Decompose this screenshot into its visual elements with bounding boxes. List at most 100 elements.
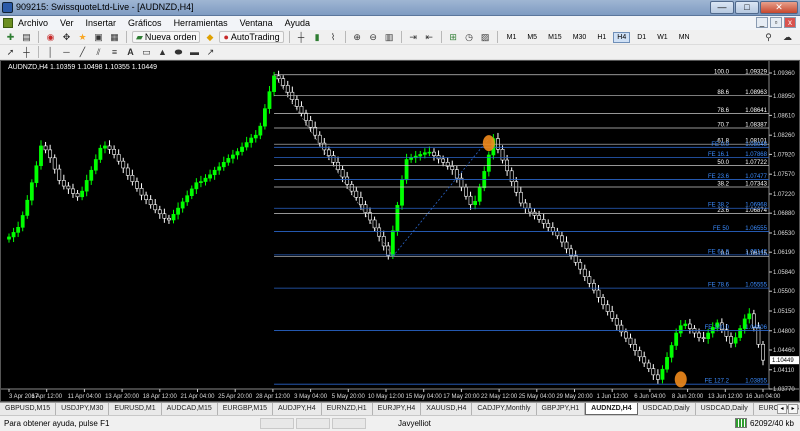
- data-window-icon[interactable]: ✥: [60, 31, 73, 43]
- candle-body: [349, 184, 354, 192]
- connection-status[interactable]: 62092/40 kb: [734, 418, 794, 428]
- search-icon[interactable]: ⚲: [762, 31, 775, 43]
- tab-xauusd-h4[interactable]: XAUUSD,H4: [421, 403, 473, 415]
- new-chart-icon[interactable]: ✚: [4, 31, 17, 43]
- tile-windows-icon[interactable]: ▥: [383, 31, 396, 43]
- crosshair-icon[interactable]: ┼: [20, 46, 33, 58]
- tab-audjpy-h4[interactable]: AUDJPY,H4: [273, 403, 322, 415]
- menu-ver[interactable]: Ver: [60, 17, 74, 29]
- minimize-button[interactable]: —: [710, 1, 734, 14]
- tab-eurgbp-m15[interactable]: EURGBP,M15: [218, 403, 273, 415]
- menu-insertar[interactable]: Insertar: [86, 17, 117, 29]
- menu-archivo[interactable]: Archivo: [18, 17, 48, 29]
- text-icon[interactable]: A: [124, 46, 137, 58]
- timeframe-mn[interactable]: MN: [675, 32, 694, 43]
- strategy-tester-icon[interactable]: ▦: [108, 31, 121, 43]
- tab-usdcad-daily[interactable]: USDCAD,Daily: [638, 403, 696, 415]
- tab-eurusd-m1[interactable]: EURUSD,M1: [109, 403, 162, 415]
- rectangle-icon[interactable]: ▬: [188, 46, 201, 58]
- mdi-minimize-button[interactable]: _: [756, 17, 768, 28]
- timeframe-h4[interactable]: H4: [613, 31, 631, 43]
- templates-icon[interactable]: ▨: [479, 31, 492, 43]
- fib-level-label: 78.6: [717, 108, 729, 114]
- candle-body: [655, 374, 660, 380]
- candle-body: [354, 190, 359, 198]
- chart-window[interactable]: 1.09360 1.08950 1.08610 1.08260 1.07920 1.075…: [0, 60, 800, 402]
- tab-gbpjpy-h1[interactable]: GBPJPY,H1: [537, 403, 586, 415]
- tab-gbpusd-m15[interactable]: GBPUSD,M15: [0, 403, 57, 415]
- candle-body: [528, 207, 532, 213]
- candle-body: [194, 182, 199, 190]
- candle-body: [258, 125, 263, 136]
- price-tick-label: 1.05500: [773, 289, 795, 295]
- maximize-button[interactable]: □: [735, 1, 759, 14]
- market-watch-icon[interactable]: ◉: [44, 31, 57, 43]
- tab-cadjpy-monthly[interactable]: CADJPY,Monthly: [472, 403, 537, 415]
- new-order-label: Nueva orden: [144, 32, 197, 42]
- candle-body: [98, 147, 103, 160]
- terminal-icon[interactable]: ▣: [92, 31, 105, 43]
- ellipse-icon[interactable]: ⬬: [172, 46, 185, 58]
- menu-herramientas[interactable]: Herramientas: [174, 17, 228, 29]
- bar-chart-icon[interactable]: ┼: [295, 31, 308, 43]
- vertical-line-icon[interactable]: │: [44, 46, 57, 58]
- highlight-oval: [482, 135, 495, 152]
- close-button[interactable]: ✕: [760, 1, 798, 14]
- mdi-close-button[interactable]: x: [784, 17, 796, 28]
- horizontal-line-icon[interactable]: ─: [60, 46, 73, 58]
- candle-body: [272, 75, 276, 92]
- profiles-icon[interactable]: ▤: [20, 31, 33, 43]
- tab-scroll-right-icon[interactable]: ▸: [788, 404, 798, 414]
- fe-level-label: FE 78.6: [708, 283, 730, 289]
- metaeditor-icon[interactable]: ◆: [203, 31, 216, 43]
- timeframe-m5[interactable]: M5: [523, 32, 541, 43]
- tab-scroll-left-icon[interactable]: ◂: [777, 404, 787, 414]
- tab-audnzd-h4[interactable]: AUDNZD,H4: [585, 403, 638, 415]
- indicators-icon[interactable]: ⊞: [447, 31, 460, 43]
- window-controls: — □ ✕: [710, 1, 798, 14]
- triangle-icon[interactable]: ▲: [156, 46, 169, 58]
- arrows-icon[interactable]: ↗: [204, 46, 217, 58]
- equidistant-channel-icon[interactable]: ⫽: [92, 46, 105, 58]
- menu-graficos[interactable]: Gráficos: [128, 17, 162, 29]
- candle-body: [208, 174, 212, 179]
- tab-eurnzd-h1[interactable]: EURNZD,H1: [322, 403, 373, 415]
- timeframe-w1[interactable]: W1: [653, 32, 672, 43]
- highlight-oval: [674, 371, 687, 388]
- candlestick-chart[interactable]: 1.09360 1.08950 1.08610 1.08260 1.07920 1.075…: [1, 61, 799, 401]
- time-tick-label: 22 May 12:00: [481, 394, 518, 400]
- periods-icon[interactable]: ◷: [463, 31, 476, 43]
- chat-icon[interactable]: ☁: [781, 31, 794, 43]
- timeframe-h1[interactable]: H1: [593, 32, 610, 43]
- mdi-restore-button[interactable]: ▫: [770, 17, 782, 28]
- tab-usdcad-daily-2[interactable]: USDCAD,Daily: [696, 403, 754, 415]
- autotrading-button[interactable]: ● AutoTrading: [219, 31, 284, 43]
- timeframe-d1[interactable]: D1: [633, 32, 650, 43]
- timeframe-m15[interactable]: M15: [544, 32, 566, 43]
- menu-ventana[interactable]: Ventana: [240, 17, 273, 29]
- new-order-button[interactable]: ▰ Nueva orden: [132, 31, 201, 43]
- tab-audcad-m15[interactable]: AUDCAD,M15: [162, 403, 218, 415]
- timeframe-m1[interactable]: M1: [503, 32, 521, 43]
- auto-scroll-icon[interactable]: ⇥: [407, 31, 420, 43]
- cursor-icon[interactable]: ➚: [4, 46, 17, 58]
- tab-usdjpy-m30[interactable]: USDJPY,M30: [56, 403, 110, 415]
- candle-body: [761, 344, 765, 361]
- navigator-icon[interactable]: ★: [76, 31, 89, 43]
- fib-price-label: 1.08387: [745, 123, 767, 129]
- chart-shift-icon[interactable]: ⇤: [423, 31, 436, 43]
- candle-body: [281, 78, 286, 86]
- trendline-icon[interactable]: ╱: [76, 46, 89, 58]
- timeframe-m30[interactable]: M30: [569, 32, 591, 43]
- label-icon[interactable]: ▭: [140, 46, 153, 58]
- current-price-label: 1.10449: [772, 358, 794, 364]
- candle-body: [80, 190, 85, 198]
- tab-eurjpy-h4[interactable]: EURJPY,H4: [373, 403, 422, 415]
- zoom-out-icon[interactable]: ⊖: [367, 31, 380, 43]
- candle-body: [153, 204, 158, 211]
- zoom-in-icon[interactable]: ⊕: [351, 31, 364, 43]
- line-chart-icon[interactable]: ⌇: [327, 31, 340, 43]
- menu-ayuda[interactable]: Ayuda: [285, 17, 310, 29]
- candlesticks-icon[interactable]: ▮: [311, 31, 324, 43]
- fibonacci-icon[interactable]: ≡: [108, 46, 121, 58]
